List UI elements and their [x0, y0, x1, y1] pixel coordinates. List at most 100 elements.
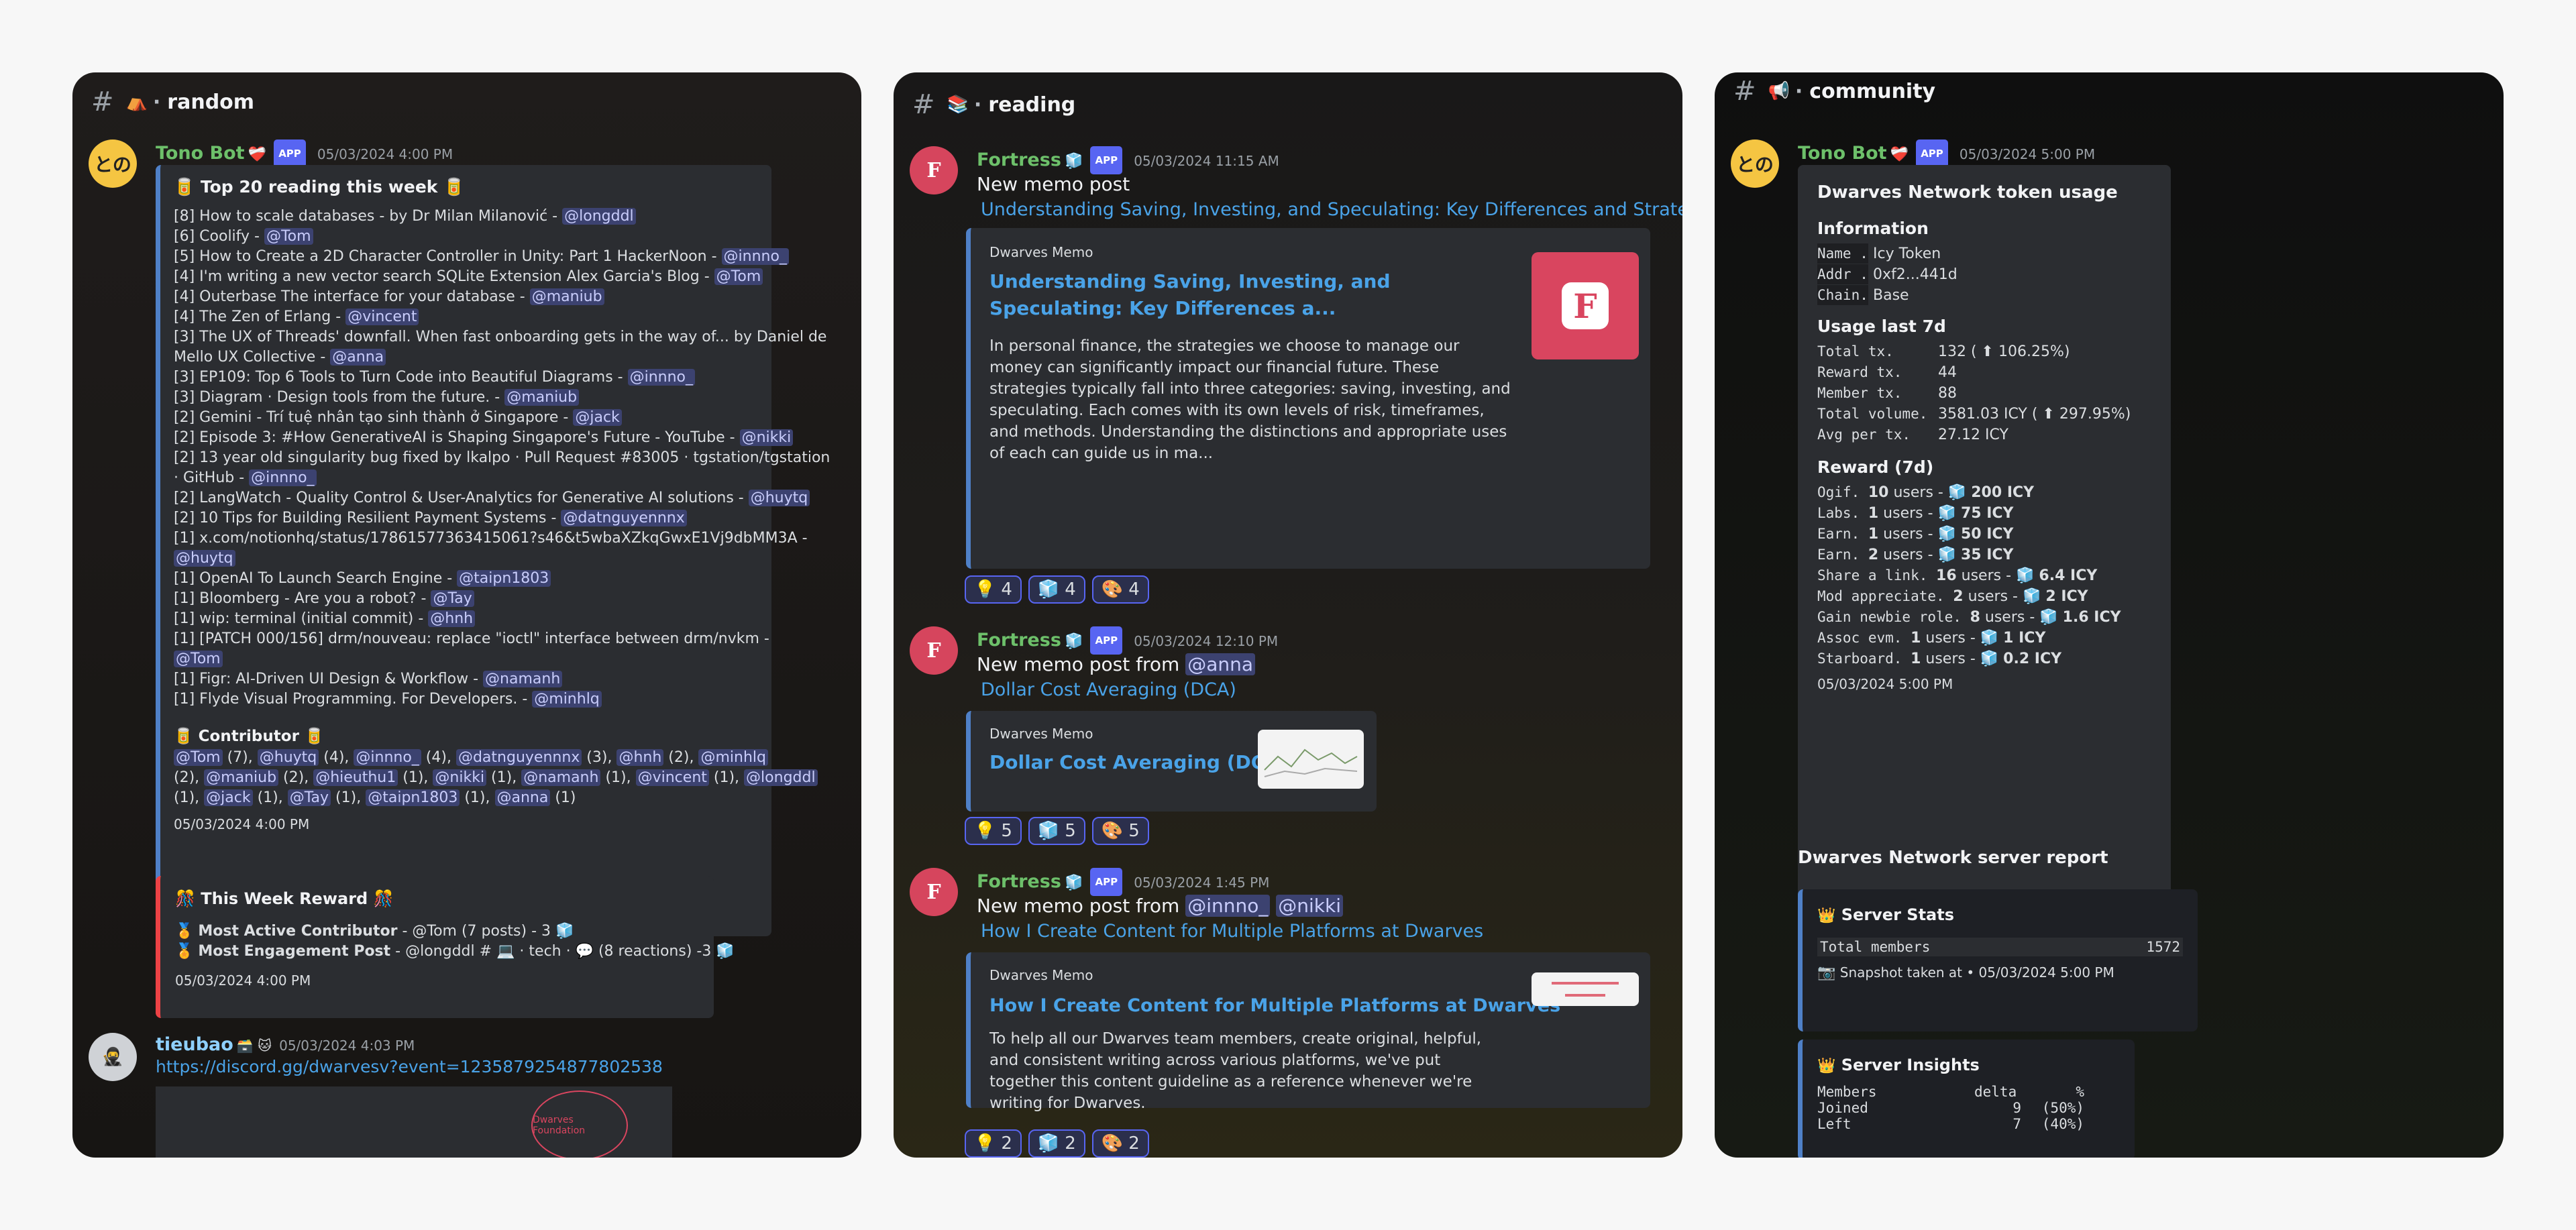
server-report-title: Dwarves Network server report	[1798, 848, 2108, 868]
camera-icon: 📷	[1817, 964, 1836, 981]
reward-row: Starboard. 1 users - 🧊 0.2 ICY	[1817, 651, 2062, 667]
timestamp: 05/03/2024 11:15 AM	[1134, 153, 1279, 169]
user-mention[interactable]: @Tom	[174, 651, 223, 667]
user-mention[interactable]: @jack	[573, 409, 622, 426]
user-mention[interactable]: @vincent	[635, 769, 709, 786]
author-name[interactable]: Fortress	[977, 630, 1061, 651]
reaction-icy[interactable]: 🧊 4	[1028, 575, 1085, 604]
link-preview[interactable]: Dwarves Foundation	[156, 1086, 672, 1158]
reward-row: Gain newbie role. 8 users - 🧊 1.6 ICY	[1817, 609, 2121, 626]
user-mention[interactable]: @huytq	[257, 749, 319, 766]
user-mention[interactable]: @hnh	[428, 610, 476, 627]
user-mention[interactable]: @maniub	[504, 389, 580, 406]
channel-header[interactable]: # 📚 · reading	[894, 75, 1682, 134]
user-mention[interactable]: @innno_	[627, 369, 696, 386]
memo-link[interactable]: How I Create Content for Multiple Platfo…	[981, 921, 1666, 942]
avatar[interactable]: 🥷	[89, 1033, 137, 1081]
list-item: [3] Diagram · Design tools from the futu…	[174, 388, 758, 408]
user-mention[interactable]: @anna	[1185, 653, 1256, 675]
icy-icon: 🧊	[716, 943, 735, 960]
list-item: [4] Outerbase The interface for your dat…	[174, 287, 758, 307]
user-mention[interactable]: @maniub	[204, 769, 279, 786]
fortress-avatar[interactable]: F	[910, 626, 958, 675]
memo-embed: Dwarves Memo How I Create Content for Mu…	[966, 952, 1650, 1112]
reaction-bulb[interactable]: 💡 4	[965, 575, 1022, 604]
info-section-title: Information	[1817, 219, 1929, 238]
reaction-art[interactable]: 🎨 4	[1091, 575, 1149, 604]
user-mention[interactable]: @taipn1803	[457, 570, 551, 587]
reward-title: This Week Reward	[201, 889, 368, 908]
channel-name: reading	[988, 93, 1076, 117]
user-mention[interactable]: @Tay	[287, 789, 331, 806]
fortress-avatar[interactable]: F	[910, 868, 958, 916]
author-name[interactable]: Tono Bot	[156, 143, 245, 164]
crown-icon: 👑	[1817, 1058, 1836, 1074]
message-text: New memo post from @innno_ @nikki	[977, 895, 1666, 917]
icy-icon: 🧊	[2039, 609, 2063, 626]
user-mention[interactable]: @Tom	[174, 749, 223, 766]
user-mention[interactable]: @datnguyennnx	[561, 510, 687, 526]
user-mention[interactable]: @minhlq	[532, 691, 602, 708]
avatar[interactable]: との	[89, 139, 137, 188]
reaction-bulb[interactable]: 💡 5	[965, 817, 1022, 845]
user-mention[interactable]: @hieuthu1	[313, 769, 398, 786]
user-mention[interactable]: @nikki	[739, 429, 794, 446]
fortress-avatar[interactable]: F	[910, 146, 958, 194]
event-link[interactable]: https://discord.gg/dwarvesv?event=123587…	[156, 1057, 845, 1076]
icy-icon: 🧊	[1947, 484, 1972, 501]
user-mention[interactable]: @longddl	[562, 208, 636, 225]
user-mention[interactable]: @Tay	[431, 590, 474, 607]
author-name[interactable]: Tono Bot	[1798, 143, 1887, 164]
user-mention[interactable]: @anna	[330, 349, 386, 366]
icy-icon: 🧊	[1064, 633, 1083, 650]
user-mention[interactable]: @nikki	[433, 769, 487, 786]
medal-icon: 🏅	[175, 943, 194, 960]
table-row: Left 7 (40%)	[1817, 1116, 2084, 1132]
memo-link[interactable]: Understanding Saving, Investing, and Spe…	[981, 199, 1682, 220]
user-mention[interactable]: @innno_	[354, 749, 421, 766]
reaction-icy[interactable]: 🧊 5	[1028, 817, 1085, 845]
reward-list: Ogif. 10 users - 🧊 200 ICY Labs. 1 users …	[1817, 482, 2156, 669]
channel-header[interactable]: # 📢 · community	[1715, 75, 2504, 107]
list-item: [1] [PATCH 000/156] drm/nouveau: replace…	[174, 630, 769, 647]
channel-header[interactable]: # ⛺ · random	[72, 72, 861, 131]
reaction-art[interactable]: 🎨 5	[1091, 817, 1149, 845]
memo-link[interactable]: Dollar Cost Averaging (DCA)	[981, 679, 1666, 700]
avatar[interactable]: との	[1731, 139, 1779, 188]
timestamp: 05/03/2024 5:00 PM	[1959, 146, 2096, 162]
reaction-bulb[interactable]: 💡 2	[965, 1129, 1022, 1158]
channel-name: community	[1809, 79, 1936, 103]
reading-embed: 🥫 Top 20 reading this week 🥫 [8] How to …	[156, 165, 830, 936]
reaction-art[interactable]: 🎨 2	[1091, 1129, 1149, 1158]
author-name[interactable]: Fortress	[977, 150, 1061, 170]
user-mention[interactable]: @vincent	[345, 309, 419, 325]
list-item: [5] How to Create a 2D Character Control…	[174, 247, 789, 267]
user-mention[interactable]: @innno_	[1185, 895, 1271, 917]
list-item: [2] 13 year old singularity bug fixed by…	[174, 449, 830, 466]
user-mention[interactable]: @minhlq	[698, 749, 768, 766]
user-mention[interactable]: @nikki	[1276, 895, 1344, 917]
author-name[interactable]: Fortress	[977, 871, 1061, 892]
insights-table: Members delta % Joined 9 (50%) Left 7 (4…	[1817, 1084, 2094, 1132]
user-mention[interactable]: @Tom	[264, 228, 313, 245]
reaction-icy[interactable]: 🧊 2	[1028, 1129, 1085, 1158]
user-mention[interactable]: @Tom	[714, 268, 763, 285]
user-mention[interactable]: @huytq	[174, 550, 235, 567]
user-mention[interactable]: @namanh	[521, 769, 601, 786]
user-mention[interactable]: @maniub	[529, 288, 604, 305]
user-mention[interactable]: @taipn1803	[366, 789, 460, 806]
user-mention[interactable]: @innno_	[249, 469, 317, 486]
user-mention[interactable]: @huytq	[748, 490, 810, 506]
user-mention[interactable]: @anna	[494, 789, 551, 806]
user-mention[interactable]: @jack	[204, 789, 253, 806]
author-name[interactable]: tieubao	[156, 1034, 233, 1055]
thread-channel-icon: #	[1733, 76, 1756, 107]
channel-name: random	[167, 90, 255, 114]
embed-title[interactable]: Understanding Saving, Investing, and Spe…	[989, 268, 1472, 322]
user-mention[interactable]: @datnguyennnx	[455, 749, 582, 766]
user-mention[interactable]: @longddl	[744, 769, 818, 786]
user-mention[interactable]: @namanh	[483, 671, 563, 687]
user-mention[interactable]: @innno_	[721, 248, 789, 265]
info-row: Name . Icy Token	[1817, 243, 2156, 264]
user-mention[interactable]: @hnh	[616, 749, 664, 766]
